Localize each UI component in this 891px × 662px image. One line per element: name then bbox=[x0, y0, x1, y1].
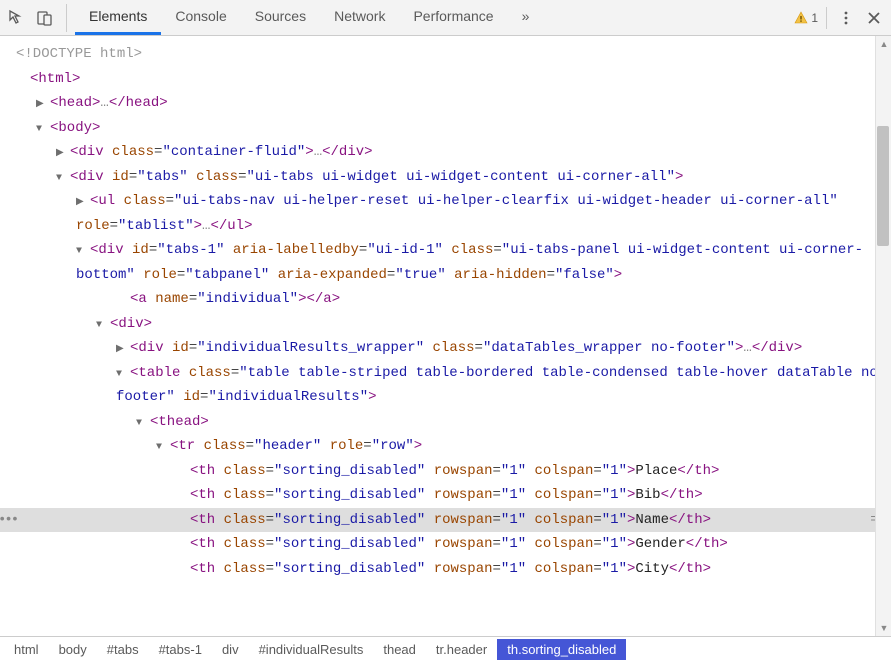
dom-tree-line[interactable]: •••<th class="sorting_disabled" rowspan=… bbox=[0, 508, 891, 533]
breadcrumb-item[interactable]: #individualResults bbox=[249, 639, 374, 660]
toolbar-icon-group bbox=[8, 4, 67, 32]
dom-tree-line[interactable]: <div id="tabs-1" aria-labelledby="ui-id-… bbox=[0, 238, 891, 287]
scrollbar-track[interactable]: ▲ ▼ bbox=[875, 36, 891, 636]
breadcrumb-item[interactable]: #tabs-1 bbox=[149, 639, 212, 660]
collapse-arrow-icon[interactable] bbox=[96, 312, 110, 337]
dom-tree-line[interactable]: <div id="tabs" class="ui-tabs ui-widget … bbox=[0, 165, 891, 190]
close-icon[interactable] bbox=[865, 9, 883, 27]
tab-more-icon[interactable]: » bbox=[508, 0, 544, 35]
dom-tree-line[interactable]: <th class="sorting_disabled" rowspan="1"… bbox=[0, 459, 891, 484]
dom-tree-line[interactable]: <html> bbox=[0, 67, 891, 92]
expand-arrow-icon[interactable] bbox=[56, 140, 70, 165]
dom-tree-line[interactable]: <div id="individualResults_wrapper" clas… bbox=[0, 336, 891, 361]
scroll-up-icon[interactable]: ▲ bbox=[876, 36, 891, 52]
breadcrumb-item[interactable]: th.sorting_disabled bbox=[497, 639, 626, 660]
dom-tree-line[interactable]: <table class="table table-striped table-… bbox=[0, 361, 891, 410]
inspect-icon[interactable] bbox=[8, 9, 26, 27]
devtools-toolbar: Elements Console Sources Network Perform… bbox=[0, 0, 891, 36]
breadcrumb-item[interactable]: html bbox=[4, 639, 49, 660]
elements-dom-tree[interactable]: <!DOCTYPE html><html><head>…</head><body… bbox=[0, 36, 891, 636]
dom-tree-line[interactable]: <ul class="ui-tabs-nav ui-helper-reset u… bbox=[0, 189, 891, 238]
collapse-arrow-icon[interactable] bbox=[76, 238, 90, 263]
warning-badge[interactable]: 1 bbox=[794, 7, 827, 29]
breadcrumb-item[interactable]: #tabs bbox=[97, 639, 149, 660]
dom-tree-line[interactable]: <head>…</head> bbox=[0, 91, 891, 116]
scrollbar-thumb[interactable] bbox=[877, 126, 889, 246]
breadcrumb-item[interactable]: thead bbox=[373, 639, 426, 660]
dom-tree-line[interactable]: <th class="sorting_disabled" rowspan="1"… bbox=[0, 532, 891, 557]
devtools-tabs: Elements Console Sources Network Perform… bbox=[75, 0, 543, 35]
collapse-arrow-icon[interactable] bbox=[36, 116, 50, 141]
device-toggle-icon[interactable] bbox=[36, 9, 54, 27]
dom-tree-line[interactable]: <tr class="header" role="row"> bbox=[0, 434, 891, 459]
dom-tree-line[interactable]: <div class="container-fluid">…</div> bbox=[0, 140, 891, 165]
collapse-arrow-icon[interactable] bbox=[156, 434, 170, 459]
collapse-arrow-icon[interactable] bbox=[136, 410, 150, 435]
expand-arrow-icon[interactable] bbox=[36, 91, 50, 116]
scroll-down-icon[interactable]: ▼ bbox=[876, 620, 891, 636]
dom-tree-line[interactable]: <!DOCTYPE html> bbox=[0, 42, 891, 67]
dom-tree-line[interactable]: <div> bbox=[0, 312, 891, 337]
breadcrumb-item[interactable]: body bbox=[49, 639, 97, 660]
collapse-arrow-icon[interactable] bbox=[116, 361, 130, 386]
elements-breadcrumb: htmlbody#tabs#tabs-1div#individualResult… bbox=[0, 636, 891, 662]
tab-console[interactable]: Console bbox=[161, 0, 240, 35]
expand-arrow-icon[interactable] bbox=[76, 189, 90, 214]
dom-tree-line[interactable]: <body> bbox=[0, 116, 891, 141]
dom-tree-line[interactable]: <th class="sorting_disabled" rowspan="1"… bbox=[0, 557, 891, 582]
breadcrumb-item[interactable]: tr.header bbox=[426, 639, 497, 660]
collapse-arrow-icon[interactable] bbox=[56, 165, 70, 190]
dom-tree-line[interactable]: <thead> bbox=[0, 410, 891, 435]
dom-tree-line[interactable]: <a name="individual"></a> bbox=[0, 287, 891, 312]
warning-count: 1 bbox=[811, 11, 818, 25]
tab-sources[interactable]: Sources bbox=[241, 0, 320, 35]
dom-tree-line[interactable]: <th class="sorting_disabled" rowspan="1"… bbox=[0, 483, 891, 508]
tab-elements[interactable]: Elements bbox=[75, 0, 161, 35]
breadcrumb-item[interactable]: div bbox=[212, 639, 249, 660]
kebab-menu-icon[interactable] bbox=[837, 9, 855, 27]
expand-arrow-icon[interactable] bbox=[116, 336, 130, 361]
tab-network[interactable]: Network bbox=[320, 0, 399, 35]
tab-performance[interactable]: Performance bbox=[399, 0, 507, 35]
toolbar-right: 1 bbox=[794, 7, 883, 29]
